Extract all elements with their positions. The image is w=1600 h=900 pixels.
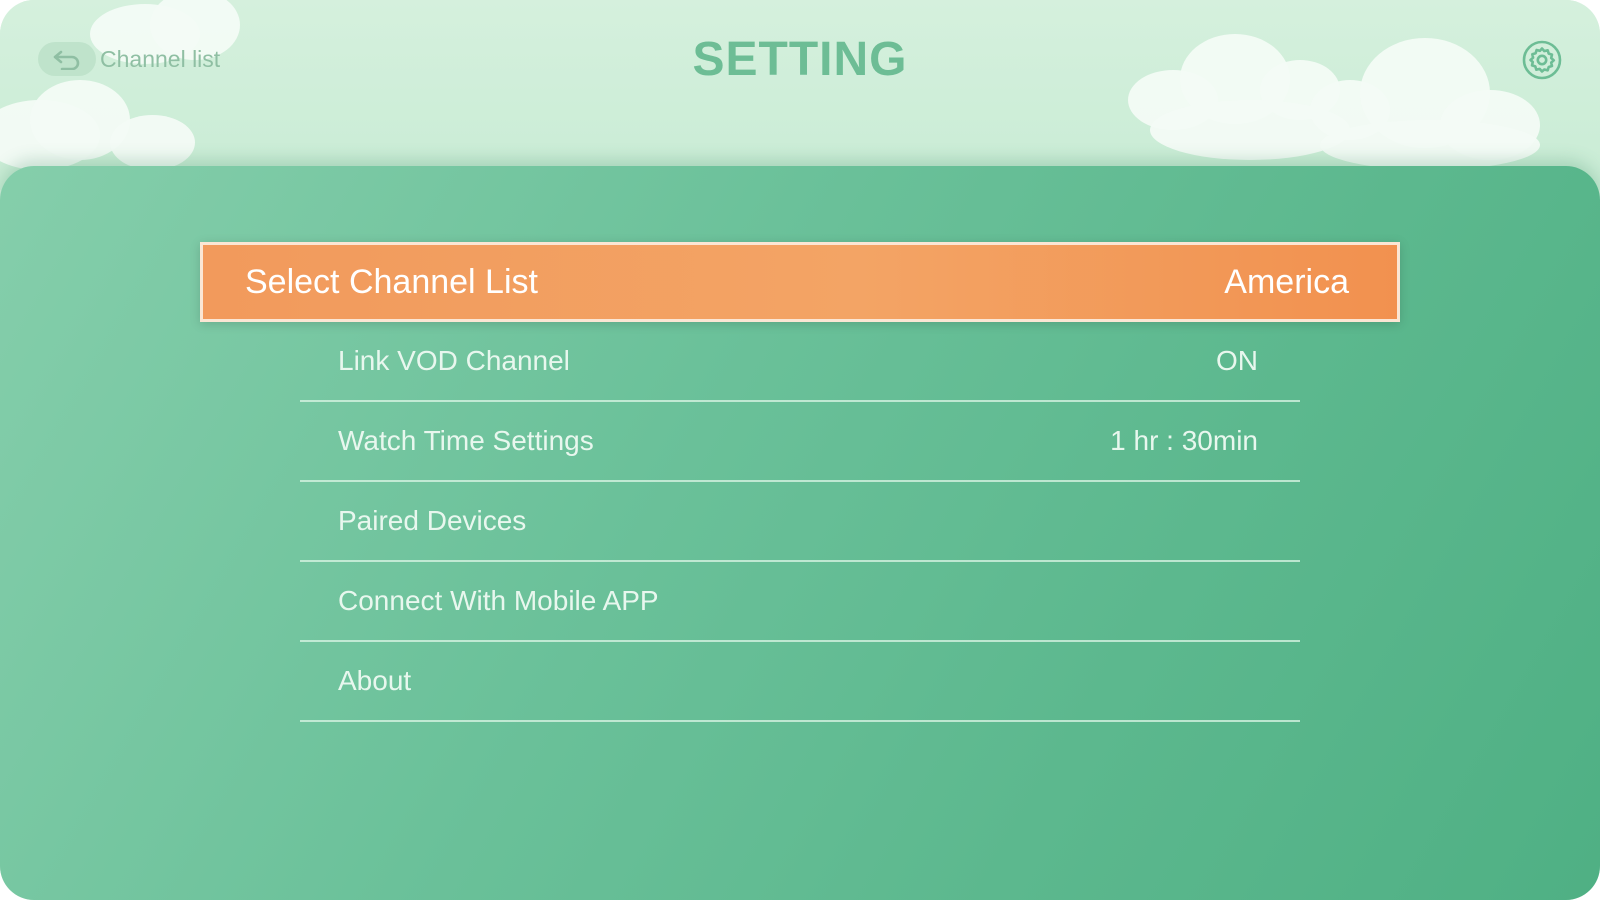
watch-time-settings-row[interactable]: Watch Time Settings 1 hr : 30min: [300, 402, 1300, 482]
settings-list: Link VOD Channel ON Watch Time Settings …: [300, 322, 1300, 722]
setting-label: Paired Devices: [338, 505, 527, 536]
connect-mobile-app-row[interactable]: Connect With Mobile APP: [300, 562, 1300, 642]
setting-label: Connect With Mobile APP: [338, 585, 659, 616]
cloud-decoration: [1320, 120, 1540, 170]
setting-value: ON: [1216, 345, 1258, 376]
setting-label: Watch Time Settings: [338, 425, 594, 456]
link-vod-channel-row[interactable]: Link VOD Channel ON: [300, 322, 1300, 402]
cloud-decoration: [110, 115, 195, 170]
settings-button[interactable]: [1520, 38, 1564, 82]
select-channel-list-row[interactable]: Select Channel List America: [200, 242, 1400, 322]
setting-value: America: [1224, 262, 1349, 301]
settings-screen: Channel list SETTING Select Channel List…: [0, 0, 1600, 900]
gear-icon: [1522, 40, 1562, 80]
setting-value: 1 hr : 30min: [1110, 425, 1258, 456]
setting-label: About: [338, 665, 412, 696]
about-row[interactable]: About: [300, 642, 1300, 722]
setting-label: Link VOD Channel: [338, 345, 570, 376]
page-title: SETTING: [692, 33, 908, 86]
header: Channel list SETTING: [0, 0, 1600, 190]
paired-devices-row[interactable]: Paired Devices: [300, 482, 1300, 562]
setting-label: Select Channel List: [245, 262, 538, 301]
